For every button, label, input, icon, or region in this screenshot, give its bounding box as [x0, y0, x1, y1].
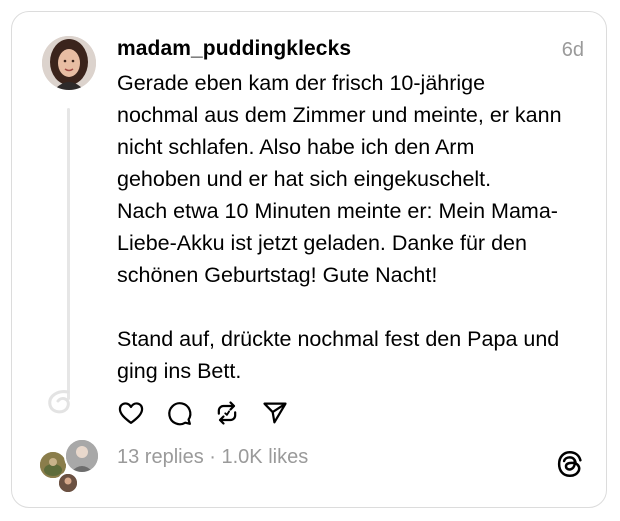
post-text-line: nicht schlafen. Also habe ich den Arm — [117, 135, 475, 159]
post-text-line: ging ins Bett. — [117, 359, 242, 383]
replies-count[interactable]: 13 replies — [117, 446, 204, 468]
post-text-line: nochmal aus dem Zimmer und meinte, er ka… — [117, 103, 562, 127]
post-stats: 13 replies · 1.0K likes — [117, 446, 308, 469]
post-actions — [117, 399, 289, 427]
post-text-line: schönen Geburtstag! Gute Nacht! — [117, 263, 438, 287]
send-icon[interactable] — [261, 399, 289, 427]
stats-separator: · — [203, 446, 222, 468]
reply-avatars[interactable] — [38, 438, 100, 494]
thread-connector-line — [67, 108, 70, 400]
heart-icon[interactable] — [117, 399, 145, 427]
post-text-line: Liebe-Akku ist jetzt geladen. Danke für … — [117, 231, 527, 255]
comment-icon[interactable] — [165, 399, 193, 427]
reply-avatar — [57, 472, 79, 494]
author-username[interactable]: madam_puddingklecks — [117, 37, 351, 61]
post-text-line: Gerade eben kam der frisch 10-jährige — [117, 71, 486, 95]
author-photo — [42, 36, 96, 90]
post-text-line: Nach etwa 10 Minuten meinte er: Mein Mam… — [117, 199, 558, 223]
post-timestamp: 6d — [561, 39, 584, 61]
thread-loop-icon — [48, 390, 70, 414]
post-text: Gerade eben kam der frisch 10-jährige no… — [117, 67, 587, 387]
likes-count[interactable]: 1.0K likes — [222, 446, 309, 468]
author-avatar[interactable] — [42, 36, 96, 90]
post-text-line: Stand auf, drückte nochmal fest den Papa… — [117, 327, 560, 351]
repost-icon[interactable] — [213, 399, 241, 427]
reply-avatar — [64, 438, 100, 474]
post-text-line: gehoben und er hat sich eingekuschelt. — [117, 167, 492, 191]
threads-logo-icon[interactable] — [555, 449, 585, 479]
